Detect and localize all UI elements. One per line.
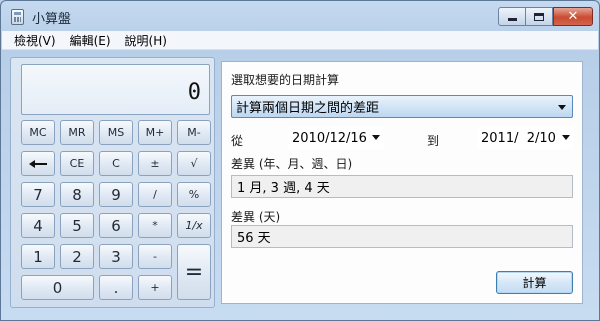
menu-edit[interactable]: 編輯(E) [64,32,117,49]
mr-button[interactable]: MR [60,120,94,145]
calculator-display: 0 [21,64,210,115]
maximize-button[interactable] [526,7,553,26]
m-minus-button[interactable]: M- [177,120,211,145]
menu-bar: 檢視(V) 編輯(E) 說明(H) [2,31,598,50]
divide-button[interactable]: / [138,182,172,207]
calculation-mode-select[interactable]: 計算兩個日期之間的差距 [231,95,573,118]
title-bar[interactable]: 小算盤 ✕ [1,1,599,31]
reciprocal-button[interactable]: 1/x [177,213,211,238]
mc-button[interactable]: MC [21,120,55,145]
display-value: 0 [187,80,201,105]
calculation-mode-value: 計算兩個日期之間的差距 [236,101,380,116]
ms-button[interactable]: MS [99,120,133,145]
calculator-window: 小算盤 ✕ 檢視(V) 編輯(E) 說明(H) 0 MC MR MS M+ M-… [0,0,600,321]
key-5[interactable]: 5 [60,213,94,238]
chevron-down-icon [562,135,570,140]
ce-button[interactable]: CE [60,151,94,176]
m-plus-button[interactable]: M+ [138,120,172,145]
c-button[interactable]: C [99,151,133,176]
difference-days-label: 差異 (天) [231,210,281,224]
difference-field[interactable]: 1 月, 3 週, 4 天 [231,175,573,198]
to-date-picker[interactable]: 2011/ 2/10 [477,127,574,149]
backspace-button[interactable] [21,151,55,176]
key-0[interactable]: 0 [21,275,94,300]
percent-button[interactable]: % [177,182,211,207]
menu-view[interactable]: 檢視(V) [8,32,62,49]
key-9[interactable]: 9 [99,182,133,207]
date-calculation-panel: 選取想要的日期計算 計算兩個日期之間的差距 從 2010/12/16 到 201… [221,61,583,304]
maximize-icon [534,12,544,21]
key-3[interactable]: 3 [99,244,133,269]
decimal-button[interactable]: . [99,275,133,300]
key-1[interactable]: 1 [21,244,55,269]
minimize-button[interactable] [498,7,526,26]
to-label: 到 [427,134,440,148]
minimize-icon [507,18,517,21]
key-4[interactable]: 4 [21,213,55,238]
difference-label: 差異 (年、月、週、日) [231,157,353,171]
calculator-panel: 0 MC MR MS M+ M- CE C ± √ 7 8 9 / % 4 5 … [10,57,215,308]
plus-button[interactable]: + [138,275,172,300]
chevron-down-icon [372,135,380,140]
minus-button[interactable]: - [138,244,172,269]
close-icon: ✕ [567,9,579,24]
sqrt-button[interactable]: √ [177,151,211,176]
key-6[interactable]: 6 [99,213,133,238]
calculator-icon [11,9,24,25]
key-7[interactable]: 7 [21,182,55,207]
multiply-button[interactable]: * [138,213,172,238]
from-date-value: 2010/12/16 [292,130,367,146]
backspace-arrow-icon [29,159,47,168]
to-date-value: 2011/ 2/10 [481,130,556,146]
calculate-button[interactable]: 計算 [496,271,573,294]
menu-help[interactable]: 說明(H) [119,32,173,49]
from-label: 從 [231,134,244,148]
plus-minus-button[interactable]: ± [138,151,172,176]
difference-days-field[interactable]: 56 天 [231,225,573,248]
key-2[interactable]: 2 [60,244,94,269]
key-8[interactable]: 8 [60,182,94,207]
chevron-down-icon [558,105,566,110]
equals-button[interactable]: = [177,244,211,300]
date-calc-heading: 選取想要的日期計算 [231,73,340,87]
from-date-picker[interactable]: 2010/12/16 [288,127,384,149]
close-button[interactable]: ✕ [553,7,593,26]
window-title: 小算盤 [32,12,72,27]
